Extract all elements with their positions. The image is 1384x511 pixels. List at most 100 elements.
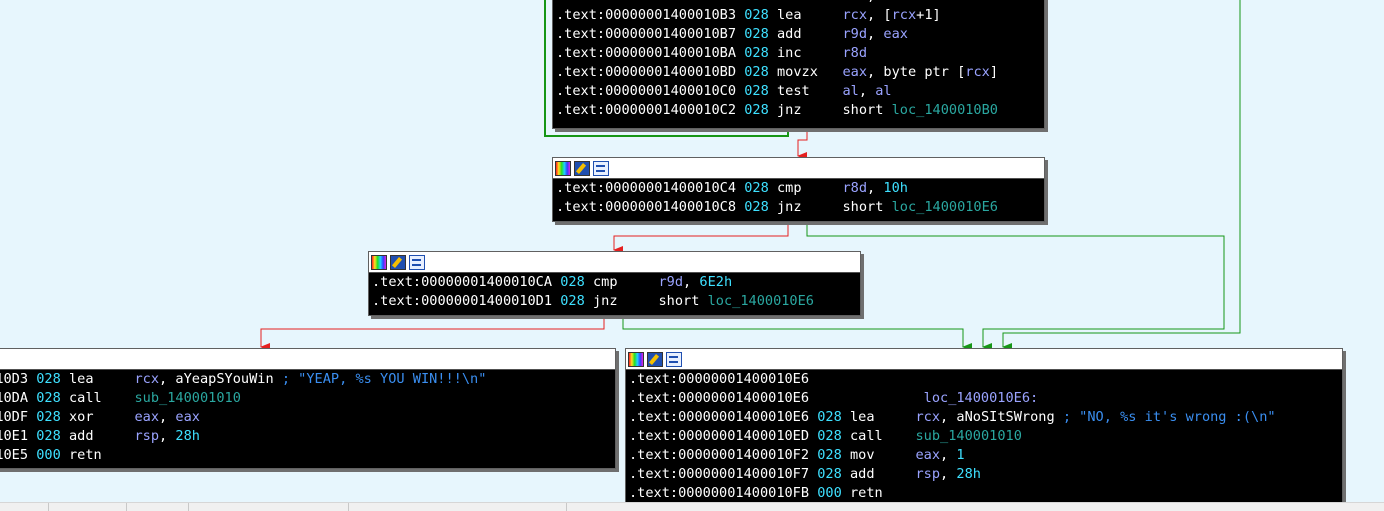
line-stack-pointer: 028 <box>744 0 769 4</box>
edit-pencil-icon[interactable] <box>647 351 663 367</box>
line-stack-pointer: 028 <box>560 293 585 309</box>
block-wrong-lines: .text:00000001400010E6 .text:000000014000… <box>626 370 1342 503</box>
line-operand: r9d <box>658 274 684 290</box>
line-operand: , <box>683 274 700 290</box>
line-operand: 6E2h <box>699 274 733 290</box>
disasm-line[interactable]: .text:00000001400010ED 028 call sub_1400… <box>629 427 1342 446</box>
edge-loop-to-cmp-r8d <box>797 128 808 160</box>
line-operand: short <box>842 199 892 215</box>
disasm-line[interactable]: .text:00000001400010E5 000 retn <box>0 446 615 465</box>
edit-pencil-icon[interactable] <box>390 254 406 270</box>
line-stack-pointer: 028 <box>744 180 769 196</box>
edit-pencil-icon[interactable] <box>574 160 590 176</box>
line-address: .text:00000001400010CA <box>372 274 553 290</box>
line-address: .text:00000001400010BA <box>556 45 737 61</box>
line-operand: , <box>867 26 884 42</box>
disasm-line[interactable]: .text:00000001400010B7 028 add r9d, eax <box>556 25 1044 44</box>
graph-view-icon[interactable] <box>593 160 609 176</box>
disasm-line[interactable]: .text:00000001400010F2 028 mov eax, 1 <box>629 446 1342 465</box>
disasm-line[interactable]: .text:00000001400010D3 028 lea rcx, aYea… <box>0 370 615 389</box>
line-operand: sub_140001010 <box>915 428 1022 444</box>
block-cmp-r8d-toolbar <box>553 158 1044 179</box>
line-operand: , aYeapSYouWin <box>159 371 282 387</box>
line-mnemonic: retn <box>850 485 916 501</box>
line-operand: r8d <box>842 180 868 196</box>
disasm-line[interactable]: .text:00000001400010E6 <box>629 370 1342 389</box>
disasm-line[interactable]: .text:00000001400010C8 028 jnz short loc… <box>556 198 1044 217</box>
line-operand: rcx <box>915 409 941 425</box>
line-stack-pointer: 028 <box>744 7 769 23</box>
disasm-line[interactable]: .text:00000001400010C0 028 test al, al <box>556 82 1044 101</box>
line-mnemonic: jnz <box>777 102 843 118</box>
ida-graph-view[interactable]: .text:00000001400010B0 028 movsx eax, al… <box>0 0 1384 510</box>
line-address: .text:00000001400010C0 <box>556 83 737 99</box>
line-operand: ; "NO, %s it's wrong :(\n" <box>1062 409 1276 425</box>
block-wrong-toolbar <box>626 349 1342 370</box>
line-operand: short <box>842 102 892 118</box>
disasm-line[interactable]: .text:00000001400010E6 loc_1400010E6: <box>629 389 1342 408</box>
block-cmp-r9d-toolbar <box>369 252 860 273</box>
line-operand: , <box>858 83 876 99</box>
block-cmp-r8d-lines: .text:00000001400010C4 028 cmp r8d, 10h.… <box>553 179 1044 217</box>
block-win[interactable]: .text:00000001400010D3 028 lea rcx, aYea… <box>0 348 616 469</box>
disasm-line[interactable]: .text:00000001400010BA 028 inc r8d <box>556 44 1044 63</box>
line-operand: +1] <box>916 7 941 23</box>
line-mnemonic: lea <box>850 409 916 425</box>
color-palette-icon[interactable] <box>628 351 644 367</box>
disasm-line[interactable]: .text:00000001400010C2 028 jnz short loc… <box>556 101 1044 120</box>
line-address: .text:00000001400010D1 <box>372 293 553 309</box>
line-operand: eax <box>175 409 200 425</box>
line-address: .text:00000001400010B7 <box>556 26 737 42</box>
disasm-line[interactable]: .text:00000001400010F7 028 add rsp, 28h <box>629 465 1342 484</box>
line-stack-pointer: 000 <box>36 447 61 463</box>
line-mnemonic: retn <box>69 447 135 463</box>
line-operand: , <box>159 428 176 444</box>
line-mnemonic: add <box>69 428 135 444</box>
line-operand: , byte ptr [ <box>867 64 966 80</box>
disasm-line[interactable]: .text:00000001400010D1 028 jnz short loc… <box>372 292 860 311</box>
disasm-line[interactable]: .text:00000001400010B3 028 lea rcx, [rcx… <box>556 6 1044 25</box>
line-operand: , <box>867 0 883 4</box>
line-address: .text:00000001400010E6 <box>629 371 810 387</box>
line-operand: rcx <box>891 7 917 23</box>
line-operand: , <box>159 409 176 425</box>
block-loop[interactable]: .text:00000001400010B0 028 movsx eax, al… <box>552 0 1045 129</box>
edge-cmp-r8d-to-wrong <box>806 222 1225 351</box>
line-stack-pointer: 028 <box>744 26 769 42</box>
graph-view-icon[interactable] <box>409 254 425 270</box>
line-stack-pointer: 028 <box>817 409 842 425</box>
line-address: .text:00000001400010C4 <box>556 180 737 196</box>
line-address: .text:00000001400010F2 <box>629 447 810 463</box>
disasm-line[interactable]: .text:00000001400010DA 028 call sub_1400… <box>0 389 615 408</box>
line-mnemonic: xor <box>69 409 135 425</box>
disasm-line[interactable]: .text:00000001400010BD 028 movzx eax, by… <box>556 63 1044 82</box>
disasm-line[interactable]: .text:00000001400010FB 000 retn <box>629 484 1342 503</box>
disasm-line[interactable]: .text:00000001400010DF 028 xor eax, eax <box>0 408 615 427</box>
line-mnemonic: mov <box>850 447 916 463</box>
line-address: .text:00000001400010ED <box>629 428 810 444</box>
color-palette-icon[interactable] <box>555 160 571 176</box>
block-wrong[interactable]: .text:00000001400010E6 .text:000000014000… <box>625 348 1343 510</box>
line-mnemonic: test <box>777 83 843 99</box>
line-stack-pointer: 028 <box>36 371 61 387</box>
line-mnemonic: lea <box>777 7 843 23</box>
block-win-lines: .text:00000001400010D3 028 lea rcx, aYea… <box>0 370 615 465</box>
block-cmp-r9d[interactable]: .text:00000001400010CA 028 cmp r9d, 6E2h… <box>368 251 861 316</box>
disasm-line[interactable]: .text:00000001400010E6 028 lea rcx, aNoS… <box>629 408 1342 427</box>
graph-view-icon[interactable] <box>666 351 682 367</box>
disasm-line[interactable]: .text:00000001400010CA 028 cmp r9d, 6E2h <box>372 273 860 292</box>
line-stack-pointer: 028 <box>560 274 585 290</box>
block-cmp-r8d[interactable]: .text:00000001400010C4 028 cmp r8d, 10h.… <box>552 157 1045 222</box>
line-address: .text:00000001400010C2 <box>556 102 737 118</box>
line-operand: , <box>940 447 957 463</box>
disasm-line[interactable]: .text:00000001400010C4 028 cmp r8d, 10h <box>556 179 1044 198</box>
line-operand: , [ <box>867 7 892 23</box>
line-operand: 10h <box>883 180 908 196</box>
disasm-line[interactable]: .text:00000001400010E1 028 add rsp, 28h <box>0 427 615 446</box>
line-stack-pointer: 000 <box>817 485 842 501</box>
line-address: .text:00000001400010BD <box>556 64 737 80</box>
color-palette-icon[interactable] <box>371 254 387 270</box>
line-operand: rcx <box>842 7 868 23</box>
line-operand: eax <box>134 409 160 425</box>
line-mnemonic: movsx <box>777 0 842 4</box>
